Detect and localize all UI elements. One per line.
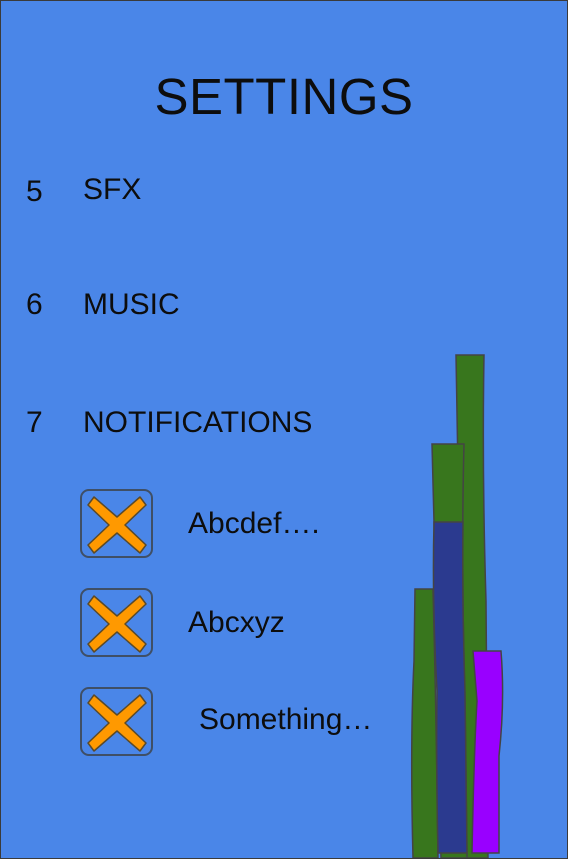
purple-bar xyxy=(471,650,504,854)
settings-screen: SETTINGS 5 SFX 6 MUSIC 7 NOTIFICATIONS A… xyxy=(0,0,568,859)
navy-bar xyxy=(432,521,468,854)
decorative-bars xyxy=(410,354,504,858)
